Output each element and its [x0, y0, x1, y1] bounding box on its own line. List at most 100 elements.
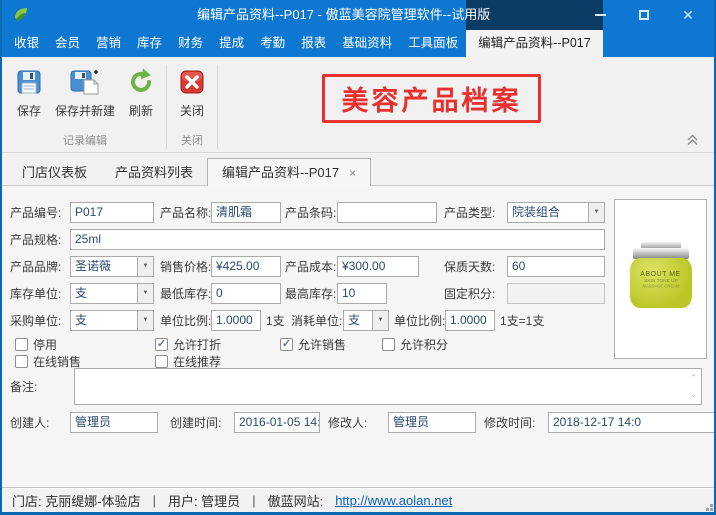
- unit-ratio2-suffix: 1支=1支: [500, 310, 606, 332]
- menu-item-toolpanel[interactable]: 工具面板: [400, 30, 466, 57]
- maximize-icon: [639, 10, 649, 20]
- checkbox-online-recommend[interactable]: 在线推荐: [155, 354, 221, 368]
- modify-time-input[interactable]: 2018-12-17 14:0: [548, 412, 716, 433]
- dropdown-arrow-icon[interactable]: [588, 203, 604, 222]
- tab-close-icon[interactable]: ×: [349, 167, 356, 179]
- purchase-unit-select[interactable]: 支: [70, 310, 154, 331]
- creator-input[interactable]: 管理员: [70, 412, 158, 433]
- save-and-new-button[interactable]: 保存并新建: [50, 62, 120, 121]
- ribbon-group-close-label: 关闭: [171, 129, 213, 152]
- product-type-value: 院装组合: [512, 205, 560, 219]
- status-separator: |: [252, 493, 255, 508]
- menu-item-finance[interactable]: 财务: [170, 30, 211, 57]
- stock-unit-select[interactable]: 支: [70, 283, 154, 304]
- window-title: 编辑产品资料--P017 - 傲蓝美容院管理软件--试用版: [197, 0, 490, 30]
- shelf-days-input[interactable]: 60: [507, 256, 605, 277]
- product-image: ABOUT ME SKIN TONE UP MASSAGE CREAM: [629, 242, 693, 308]
- save-and-new-label: 保存并新建: [55, 102, 115, 119]
- fixed-points-input[interactable]: [507, 283, 605, 304]
- refresh-button[interactable]: 刷新: [120, 62, 162, 121]
- menu-item-basedata[interactable]: 基础资料: [334, 30, 400, 57]
- checkbox-icon[interactable]: [15, 355, 28, 368]
- cost-input[interactable]: ¥300.00: [337, 256, 419, 277]
- window-controls: ✕: [578, 0, 710, 30]
- tab-store-dashboard[interactable]: 门店仪表板: [8, 160, 101, 185]
- checkbox-online-sale[interactable]: 在线销售: [15, 354, 81, 368]
- menu-item-inventory[interactable]: 库存: [129, 30, 170, 57]
- menu-item-active[interactable]: 编辑产品资料--P017: [466, 30, 603, 57]
- product-name-input[interactable]: 清肌霜: [211, 202, 281, 223]
- menu-item-marketing[interactable]: 营销: [88, 30, 129, 57]
- spec-label: 产品规格:: [10, 229, 61, 251]
- brand-label: 产品品牌:: [10, 256, 61, 278]
- checkbox-allow-discount[interactable]: 允许打折: [155, 337, 221, 351]
- barcode-input[interactable]: [337, 202, 437, 223]
- close-tab-button[interactable]: 关闭: [171, 62, 213, 121]
- menu-item-commission[interactable]: 提成: [211, 30, 252, 57]
- collapse-ribbon-button[interactable]: [684, 133, 700, 147]
- min-stock-input[interactable]: 0: [211, 283, 281, 304]
- checkbox-icon[interactable]: [280, 338, 293, 351]
- product-image-panel: ABOUT ME SKIN TONE UP MASSAGE CREAM: [614, 199, 707, 359]
- checkbox-icon[interactable]: [15, 338, 28, 351]
- checkbox-icon[interactable]: [155, 338, 168, 351]
- close-button[interactable]: ✕: [666, 0, 710, 30]
- close-icon: ✕: [682, 8, 694, 22]
- stock-unit-label: 库存单位:: [10, 283, 61, 305]
- sale-price-label: 销售价格:: [160, 256, 211, 278]
- product-code-input[interactable]: P017: [70, 202, 154, 223]
- checkbox-icon[interactable]: [382, 338, 395, 351]
- product-archive-stamp: 美容产品档案: [322, 74, 541, 123]
- checkbox-allow-sale[interactable]: 允许销售: [280, 337, 346, 351]
- menu-item-member[interactable]: 会员: [47, 30, 88, 57]
- consume-unit-value: 支: [348, 313, 360, 327]
- menu-item-report[interactable]: 报表: [293, 30, 334, 57]
- stock-unit-value: 支: [75, 286, 87, 300]
- tab-edit-product-label: 编辑产品资料--P017: [222, 159, 339, 187]
- consume-unit-select[interactable]: 支: [343, 310, 389, 331]
- checkbox-disabled[interactable]: 停用: [15, 337, 57, 351]
- minimize-button[interactable]: [578, 0, 622, 30]
- ribbon-separator: [166, 65, 167, 149]
- resize-grip[interactable]: [703, 501, 713, 511]
- spec-input[interactable]: 25ml: [70, 229, 605, 250]
- dropdown-arrow-icon[interactable]: [137, 257, 153, 276]
- unit-ratio2-label: 单位比例:: [394, 310, 445, 332]
- unit-ratio2-input[interactable]: 1.0000: [445, 310, 495, 331]
- dropdown-arrow-icon[interactable]: [137, 311, 153, 330]
- tab-product-list[interactable]: 产品资料列表: [101, 160, 207, 185]
- sale-price-input[interactable]: ¥425.00: [211, 256, 281, 277]
- checkbox-icon[interactable]: [155, 355, 168, 368]
- maximize-button[interactable]: [622, 0, 666, 30]
- checkbox-allow-sale-label: 允许销售: [298, 336, 346, 353]
- remark-scrollbar[interactable]: ⌃ ⌄: [687, 370, 700, 403]
- checkbox-allow-points[interactable]: 允许积分: [382, 337, 448, 351]
- dropdown-arrow-icon[interactable]: [137, 284, 153, 303]
- scroll-down-icon[interactable]: ⌄: [687, 387, 700, 404]
- modifier-input[interactable]: 管理员: [388, 412, 476, 433]
- menu-item-attendance[interactable]: 考勤: [252, 30, 293, 57]
- save-button[interactable]: 保存: [8, 62, 50, 121]
- max-stock-input[interactable]: 10: [337, 283, 387, 304]
- create-time-input[interactable]: 2016-01-05 14:2: [234, 412, 320, 433]
- product-type-select[interactable]: 院装组合: [507, 202, 605, 223]
- tab-edit-product[interactable]: 编辑产品资料--P017 ×: [207, 158, 371, 186]
- modify-time-label: 修改时间:: [484, 412, 535, 434]
- close-red-icon: [177, 67, 207, 97]
- brand-value: 圣诺薇: [75, 259, 111, 273]
- remark-textarea[interactable]: ⌃ ⌄: [74, 368, 702, 405]
- brand-select[interactable]: 圣诺薇: [70, 256, 154, 277]
- product-code-label: 产品编号:: [10, 202, 61, 224]
- product-type-label: 产品类型:: [444, 202, 495, 224]
- creator-label: 创建人:: [10, 412, 49, 434]
- refresh-label: 刷新: [129, 102, 153, 119]
- max-stock-label: 最高库存:: [285, 283, 336, 305]
- dropdown-arrow-icon[interactable]: [372, 311, 388, 330]
- menu-item-cashier[interactable]: 收银: [6, 30, 47, 57]
- save-and-new-icon: [70, 67, 100, 97]
- app-window: 编辑产品资料--P017 - 傲蓝美容院管理软件--试用版 ✕ 收银 会员 营销…: [0, 0, 716, 515]
- website-link[interactable]: http://www.aolan.net: [335, 493, 452, 508]
- scroll-up-icon[interactable]: ⌃: [687, 370, 700, 387]
- double-chevron-up-icon: [686, 134, 699, 146]
- unit-ratio1-input[interactable]: 1.0000: [211, 310, 261, 331]
